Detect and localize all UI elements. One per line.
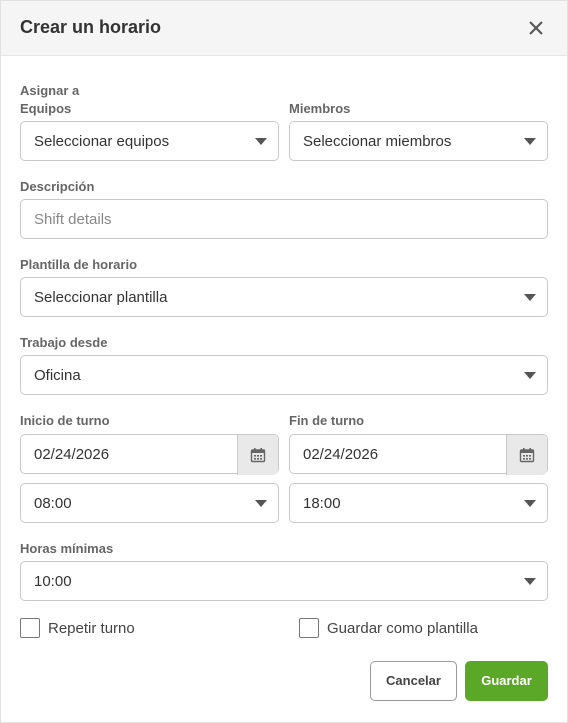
assign-section-label: Asignar a	[20, 83, 80, 98]
shift-start-time-value: 08:00	[34, 495, 72, 512]
shift-end-date-picker-button[interactable]	[506, 435, 547, 475]
work-from-label: Trabajo desde	[20, 335, 108, 350]
shift-start-label: Inicio de turno	[20, 413, 110, 428]
save-button[interactable]: Guardar	[465, 661, 548, 701]
work-from-select-value: Oficina	[34, 367, 81, 384]
shift-end-time-value: 18:00	[303, 495, 341, 512]
save-as-template-label[interactable]: Guardar como plantilla	[327, 620, 478, 637]
min-hours-value: 10:00	[34, 573, 72, 590]
min-hours-select[interactable]: 10:00	[20, 561, 548, 601]
shift-start-time-select[interactable]: 08:00	[20, 483, 279, 523]
template-label: Plantilla de horario	[20, 257, 138, 272]
chevron-down-icon	[524, 578, 536, 585]
shift-start-date-input[interactable]: 02/24/2026	[20, 434, 279, 475]
template-select[interactable]: Seleccionar plantilla	[20, 277, 548, 317]
shift-end-date-input[interactable]: 02/24/2026	[289, 434, 548, 475]
work-from-select[interactable]: Oficina	[20, 355, 548, 395]
members-label: Miembros	[289, 101, 351, 116]
min-hours-label: Horas mínimas	[20, 541, 114, 556]
create-schedule-modal: Crear un horario Asignar a Equipos Miemb…	[0, 0, 568, 723]
calendar-icon	[519, 448, 535, 463]
members-select-value: Seleccionar miembros	[303, 133, 452, 150]
teams-label: Equipos	[20, 101, 72, 116]
shift-end-label: Fin de turno	[289, 413, 365, 428]
close-icon	[529, 21, 543, 35]
chevron-down-icon	[524, 294, 536, 301]
close-button[interactable]	[523, 15, 549, 41]
description-input[interactable]: Shift details	[20, 199, 548, 239]
modal-title: Crear un horario	[20, 17, 162, 37]
chevron-down-icon	[255, 500, 267, 507]
repeat-shift-checkbox[interactable]	[20, 618, 40, 638]
chevron-down-icon	[524, 138, 536, 145]
description-label: Descripción	[20, 179, 95, 194]
shift-start-date-value: 02/24/2026	[34, 446, 110, 463]
description-placeholder: Shift details	[34, 211, 112, 228]
chevron-down-icon	[255, 138, 267, 145]
save-as-template-checkbox[interactable]	[299, 618, 319, 638]
modal-header: Crear un horario	[1, 1, 567, 56]
chevron-down-icon	[524, 372, 536, 379]
template-select-value: Seleccionar plantilla	[34, 289, 168, 306]
teams-select[interactable]: Seleccionar equipos	[20, 121, 279, 161]
cancel-button[interactable]: Cancelar	[370, 661, 457, 701]
chevron-down-icon	[524, 500, 536, 507]
repeat-shift-label[interactable]: Repetir turno	[48, 620, 135, 637]
calendar-icon	[250, 448, 266, 463]
shift-start-date-picker-button[interactable]	[237, 435, 278, 475]
members-select[interactable]: Seleccionar miembros	[289, 121, 548, 161]
shift-end-time-select[interactable]: 18:00	[289, 483, 548, 523]
shift-end-date-value: 02/24/2026	[303, 446, 379, 463]
teams-select-value: Seleccionar equipos	[34, 133, 170, 150]
